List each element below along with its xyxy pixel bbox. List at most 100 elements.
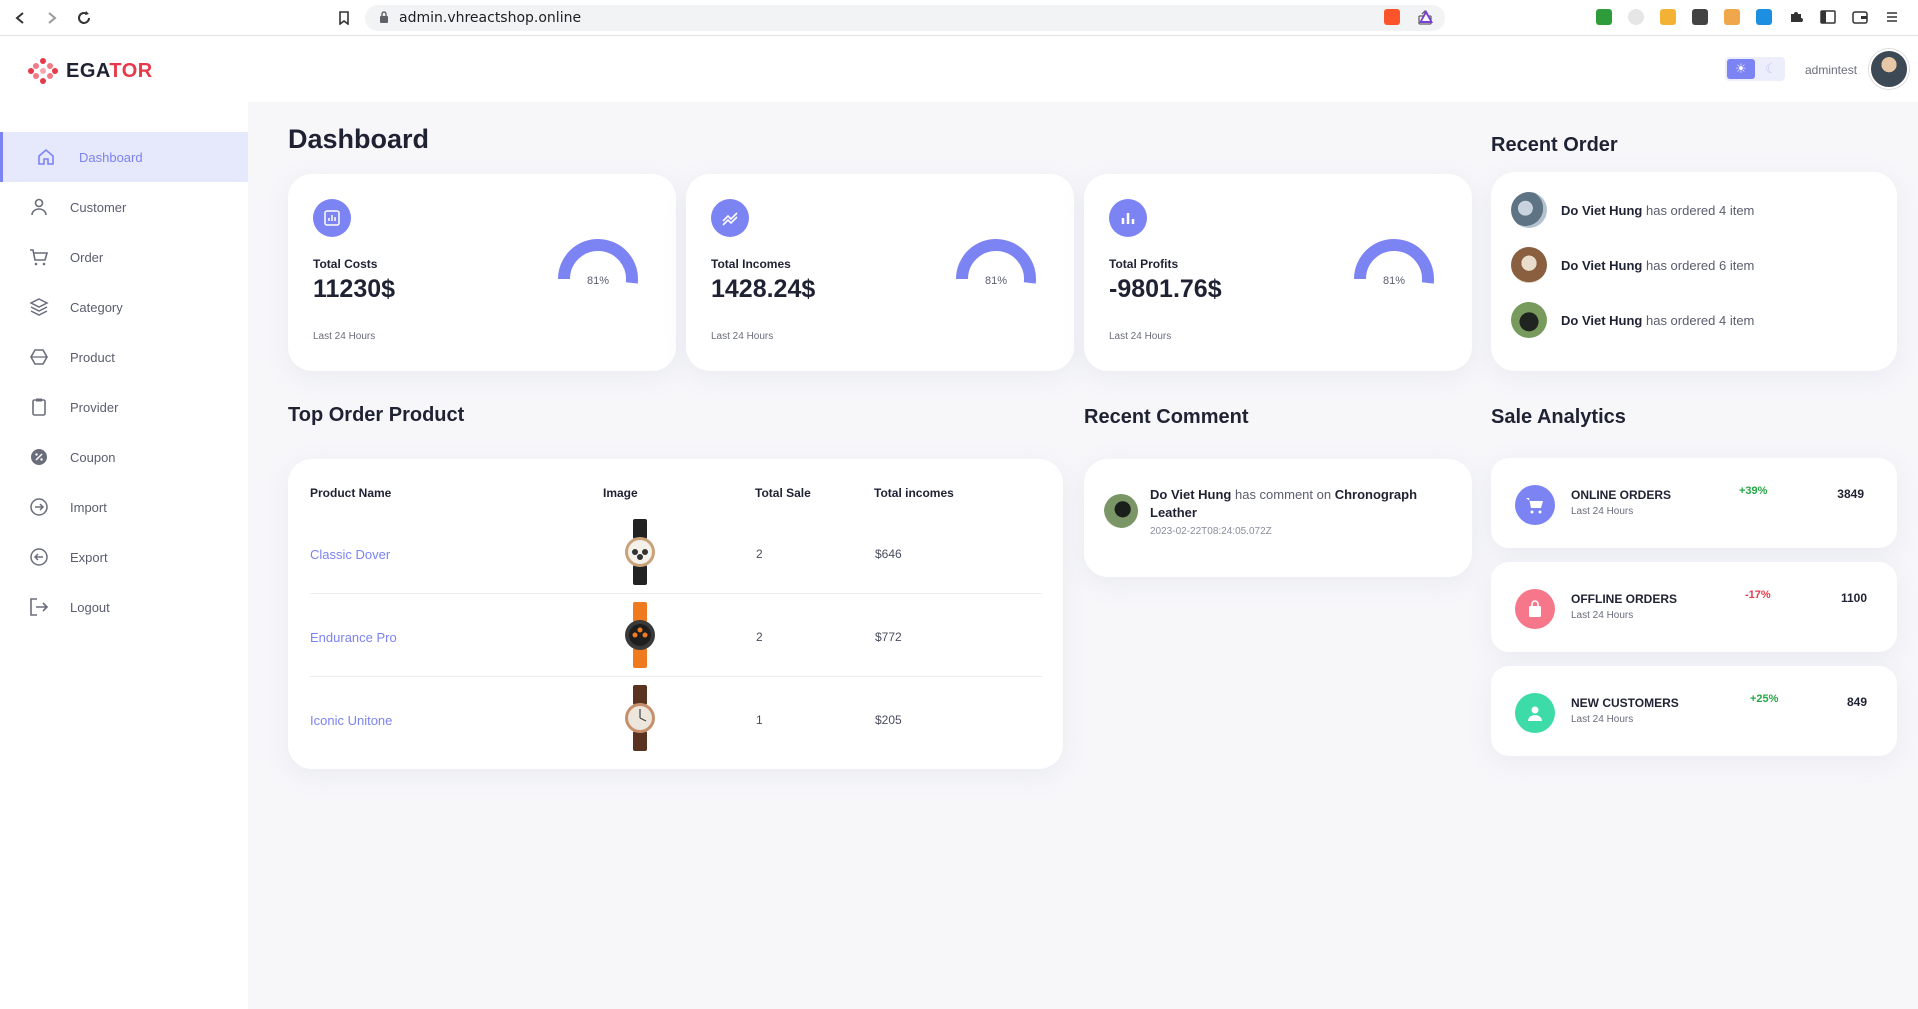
analytics-card-online[interactable]: ONLINE ORDERS Last 24 Hours +39% 3849 [1491,458,1897,548]
bar-chart-icon [1109,199,1147,237]
analytics-number: 849 [1846,695,1867,709]
sidebar-item-provider[interactable]: Provider [0,382,248,432]
logo-text: EGATOR [66,60,153,83]
stat-value: 1428.24$ [711,275,816,303]
stat-sub: Last 24 Hours [1109,331,1172,342]
product-name-link[interactable]: Endurance Pro [310,630,397,645]
sidebar-item-label: Product [70,349,115,365]
back-icon[interactable] [10,8,30,28]
extension-1-icon[interactable] [1596,9,1612,25]
sidebar-item-coupon[interactable]: Coupon [0,432,248,482]
gauge-percent: 81% [1382,275,1406,287]
stat-sub: Last 24 Hours [313,331,376,342]
product-name-link[interactable]: Iconic Unitone [310,713,392,728]
avatar [1511,192,1547,228]
sidebar-item-import[interactable]: Import [0,482,248,532]
menu-icon[interactable] [1884,9,1900,25]
sidebar-item-logout[interactable]: Logout [0,582,248,632]
list-item[interactable]: Do Viet Hung has ordered 4 item [1511,301,1861,339]
export-icon [28,546,50,568]
list-item[interactable]: Do Viet Hung has ordered 6 item [1511,246,1861,284]
analytics-title: NEW CUSTOMERS [1571,696,1679,710]
avatar [1511,247,1547,283]
analytics-card-customers[interactable]: NEW CUSTOMERS +25% Last 24 Hours 849 [1491,666,1897,756]
username: admintest [1805,63,1858,77]
sidebar-item-label: Customer [70,199,127,215]
bookmark-icon[interactable] [334,8,354,28]
extension-5-icon[interactable] [1724,9,1740,25]
logo[interactable]: EGATOR [28,56,153,86]
table-row[interactable]: Iconic Unitone 1 $205 [310,677,1042,760]
stat-card-profits: Total Profits -9801.76$ Last 24 Hours 81… [1084,174,1472,371]
sidebar-item-order[interactable]: Order [0,232,248,282]
stat-sub: Last 24 Hours [711,331,774,342]
total-income: $205 [875,713,902,727]
moon-icon[interactable]: ☾ [1759,59,1783,79]
app-header: EGATOR ☀ ☾ admintest [0,36,1918,102]
total-income: $646 [875,547,902,561]
forward-icon[interactable] [42,8,62,28]
analytics-title: OFFLINE ORDERS [1571,592,1678,606]
sidebar-item-label: Order [70,249,104,265]
sidebar-item-dashboard[interactable]: Dashboard [0,132,248,182]
stat-card-costs: Total Costs 11230$ Last 24 Hours 81% [288,174,676,371]
watch-image [625,685,655,751]
sidebar-item-customer[interactable]: Customer [0,182,248,232]
trend-icon [711,199,749,237]
order-text: Do Viet Hung has ordered 6 item [1561,258,1754,273]
sun-icon[interactable]: ☀ [1727,59,1755,79]
brave-rewards-icon[interactable] [1418,9,1434,25]
extension-3-icon[interactable] [1660,9,1676,25]
sidebar-toggle-icon[interactable] [1820,9,1836,25]
product-name-link[interactable]: Classic Dover [310,547,390,562]
wallet-icon[interactable] [1852,9,1868,25]
reload-icon[interactable] [74,8,94,28]
table-row[interactable]: Classic Dover 2 $646 [310,511,1042,594]
comment-text: Do Viet Hung has comment on Chronograph … [1150,486,1450,522]
watch-image [625,602,655,668]
user-icon [28,196,50,218]
gauge-chart [558,239,638,284]
gauge-chart [956,239,1036,284]
avatar [1511,302,1547,338]
analytics-title: ONLINE ORDERS [1571,488,1672,502]
comment-author: Do Viet Hung [1150,487,1232,502]
sidebar-item-export[interactable]: Export [0,532,248,582]
extension-4-icon[interactable] [1692,9,1708,25]
browser-toolbar: admin.vhreactshop.online [0,0,1918,36]
url-text: admin.vhreactshop.online [399,10,582,26]
analytics-card-offline[interactable]: OFFLINE ORDERS Last 24 Hours -17% 1100 [1491,562,1897,652]
gauge-chart [1354,239,1434,284]
column-header: Product Name [310,486,392,500]
clipboard-icon [28,396,50,418]
theme-toggle[interactable]: ☀ ☾ [1725,57,1785,81]
cart-icon [1515,485,1555,525]
stat-card-incomes: Total Incomes 1428.24$ Last 24 Hours 81% [686,174,1074,371]
order-desc: has ordered 6 item [1642,257,1755,273]
avatar[interactable] [1869,49,1909,89]
chart-box-icon [313,199,351,237]
sidebar-item-product[interactable]: Product [0,332,248,382]
order-text: Do Viet Hung has ordered 4 item [1561,313,1754,328]
top-order-card: Product Name Image Total Sale Total inco… [288,459,1063,769]
stat-label: Total Incomes [711,257,791,271]
extension-2-icon[interactable] [1628,9,1644,25]
address-bar[interactable]: admin.vhreactshop.online [365,5,1445,31]
total-sale: 2 [756,630,763,644]
table-row[interactable]: Endurance Pro 2 $772 [310,594,1042,677]
brave-shield-icon[interactable] [1384,9,1400,25]
watch-image [625,519,655,585]
sidebar: Dashboard Customer Order Category Produc… [0,102,248,1009]
analytics-sub: Last 24 Hours [1571,610,1634,621]
column-header: Total Sale [755,486,811,500]
analytics-number: 1100 [1840,591,1867,605]
analytics-number: 3849 [1837,487,1864,501]
order-desc: has ordered 4 item [1642,312,1755,328]
cart-icon [28,246,50,268]
puzzle-icon[interactable] [1788,9,1804,25]
extension-6-icon[interactable] [1756,9,1772,25]
sidebar-item-category[interactable]: Category [0,282,248,332]
stat-label: Total Profits [1109,257,1179,271]
list-item[interactable]: Do Viet Hung has ordered 4 item [1511,191,1861,229]
analytics-percent: +39% [1739,485,1768,497]
